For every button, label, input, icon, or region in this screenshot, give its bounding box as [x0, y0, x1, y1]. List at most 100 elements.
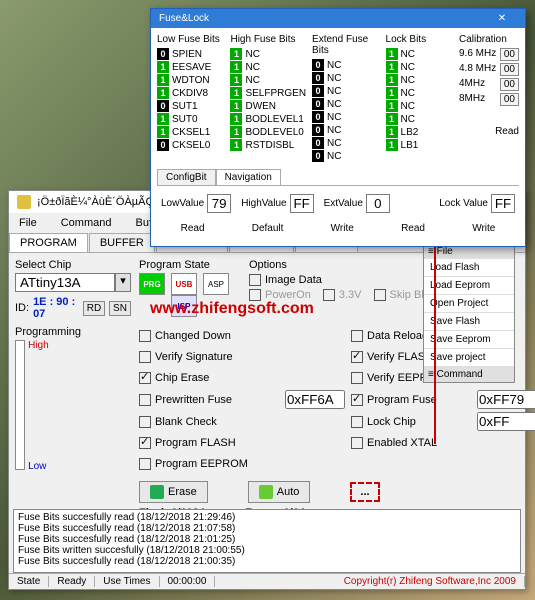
annotation-arrow	[434, 216, 436, 444]
fuse-bit-box[interactable]: 0	[157, 139, 169, 151]
fuse-bit-box[interactable]: 1	[157, 74, 169, 86]
fuse-bit-label: SUT1	[172, 101, 198, 112]
lockvalue-input[interactable]	[491, 194, 515, 213]
copyright: Copyright(r) Zhifeng Software,Inc 2009	[336, 576, 525, 587]
fuse-bit-label: SPIEN	[172, 49, 202, 60]
image-data-check[interactable]	[249, 274, 261, 286]
lowvalue-input[interactable]	[207, 194, 231, 213]
fuse-bit-box[interactable]: 1	[230, 87, 242, 99]
fuse-default-button[interactable]: Default	[252, 223, 284, 234]
erase-icon	[150, 485, 164, 499]
lock-read-button[interactable]: Read	[401, 223, 425, 234]
close-icon[interactable]: ✕	[487, 13, 517, 24]
fuse-bit-box[interactable]: 1	[230, 139, 242, 151]
sn-button[interactable]: SN	[109, 301, 131, 316]
program-fuse-input[interactable]	[477, 390, 535, 409]
fuse-bit-box[interactable]: 1	[386, 61, 398, 73]
watermark: www.zhifengsoft.com	[150, 300, 314, 318]
enabled-xtal-check[interactable]	[351, 437, 363, 449]
command-menu-header[interactable]: ≡ Command	[424, 367, 514, 382]
chevron-down-icon[interactable]: ▾	[115, 273, 131, 292]
highvalue-input[interactable]	[290, 194, 314, 213]
prg-indicator: PRG	[139, 273, 165, 295]
program-state-label: Program State	[139, 259, 229, 271]
tab-navigation[interactable]: Navigation	[216, 169, 281, 185]
fuse-bit-label: NC	[245, 62, 259, 73]
lock-chip-input[interactable]	[477, 412, 535, 431]
menu-file[interactable]: File	[13, 215, 43, 231]
fuse-bit-box[interactable]: 1	[157, 113, 169, 125]
lock-chip-check[interactable]	[351, 416, 363, 428]
fuse-bit-box[interactable]: 1	[386, 126, 398, 138]
fuse-bit-box[interactable]: 1	[230, 126, 242, 138]
menu-item[interactable]: Open Project	[424, 295, 514, 313]
fuse-bit-label: NC	[327, 112, 341, 123]
fuse-bit-box[interactable]: 1	[230, 74, 242, 86]
menu-item[interactable]: Load Flash	[424, 259, 514, 277]
id-label: ID:	[15, 302, 29, 314]
fuse-bit-label: NC	[327, 86, 341, 97]
menu-item[interactable]: Save Eeprom	[424, 331, 514, 349]
verify-flash-check[interactable]	[351, 351, 363, 363]
menu-item[interactable]: Save Flash	[424, 313, 514, 331]
main-title-text: ¡Ö±ðÏãÈ¼°ÀùÈ´ÖÀµÃÇ	[37, 196, 153, 208]
menu-item[interactable]: Load Eeprom	[424, 277, 514, 295]
tab-program[interactable]: PROGRAM	[9, 233, 88, 252]
auto-button[interactable]: Auto	[248, 481, 311, 503]
fuse-bit-box[interactable]: 0	[312, 124, 324, 136]
fuse-write-button[interactable]: Write	[331, 223, 354, 234]
fuse-bit-box[interactable]: 0	[312, 98, 324, 110]
fuse-bit-box[interactable]: 1	[157, 126, 169, 138]
tab-buffer[interactable]: BUFFER	[89, 233, 155, 252]
fuse-bit-box[interactable]: 1	[386, 87, 398, 99]
fuse-bit-box[interactable]: 1	[386, 74, 398, 86]
changed-down-check[interactable]	[139, 330, 151, 342]
program-fuse-check[interactable]	[351, 394, 363, 406]
fuse-bit-box[interactable]: 0	[312, 111, 324, 123]
fuse-bit-box[interactable]: 0	[312, 137, 324, 149]
menu-item[interactable]: Save project	[424, 349, 514, 367]
fuse-bit-box[interactable]: 0	[312, 150, 324, 162]
fuse-bit-box[interactable]: 1	[230, 48, 242, 60]
chip-erase-check[interactable]	[139, 372, 151, 384]
log-panel[interactable]: Fuse Bits succesfully read (18/12/2018 2…	[13, 509, 521, 573]
fuse-bit-box[interactable]: 1	[157, 61, 169, 73]
fuse-bit-box[interactable]: 1	[230, 100, 242, 112]
chip-combo[interactable]	[15, 273, 115, 292]
fuse-bit-box[interactable]: 1	[157, 87, 169, 99]
skip-blank-check[interactable]	[374, 289, 386, 301]
fuse-bit-box[interactable]: 0	[312, 85, 324, 97]
lock-write-button[interactable]: Write	[472, 223, 495, 234]
fuse-bit-box[interactable]: 1	[386, 48, 398, 60]
fuse-read-button[interactable]: Read	[181, 223, 205, 234]
fuse-bit-box[interactable]: 0	[312, 72, 324, 84]
fuse-titlebar[interactable]: Fuse&Lock ✕	[151, 9, 525, 28]
fuse-bit-label: NC	[327, 138, 341, 149]
fuse-bit-box[interactable]: 1	[386, 100, 398, 112]
fuse-bit-box[interactable]: 0	[157, 100, 169, 112]
fuse-bit-box[interactable]: 1	[386, 139, 398, 151]
fuse-bit-box[interactable]: 0	[312, 59, 324, 71]
fuse-bit-box[interactable]: 1	[230, 61, 242, 73]
fuse-bit-box[interactable]: 1	[386, 113, 398, 125]
verify-eeprom-check[interactable]	[351, 372, 363, 384]
more-button[interactable]: ...	[350, 482, 379, 502]
menu-command[interactable]: Command	[55, 215, 118, 231]
fuse-bit-label: DWEN	[245, 101, 276, 112]
prewritten-fuse-input[interactable]	[285, 390, 345, 409]
rd-button[interactable]: RD	[83, 301, 105, 316]
program-eeprom-check[interactable]	[139, 458, 151, 470]
prewritten-fuse-check[interactable]	[139, 394, 151, 406]
fuse-lock-dialog: Fuse&Lock ✕ Low Fuse Bits0SPIEN1EESAVE1W…	[150, 8, 526, 247]
fuse-bit-label: NC	[401, 101, 415, 112]
extvalue-input[interactable]	[366, 194, 390, 213]
cal-read-button[interactable]: Read	[459, 126, 519, 137]
fuse-bit-box[interactable]: 1	[230, 113, 242, 125]
erase-button[interactable]: Erase	[139, 481, 208, 503]
data-reload-check[interactable]	[351, 330, 363, 342]
tab-configbit[interactable]: ConfigBit	[157, 169, 216, 185]
fuse-bit-box[interactable]: 0	[157, 48, 169, 60]
blank-check-check[interactable]	[139, 416, 151, 428]
program-flash-check[interactable]	[139, 437, 151, 449]
verify-sig-check[interactable]	[139, 351, 151, 363]
